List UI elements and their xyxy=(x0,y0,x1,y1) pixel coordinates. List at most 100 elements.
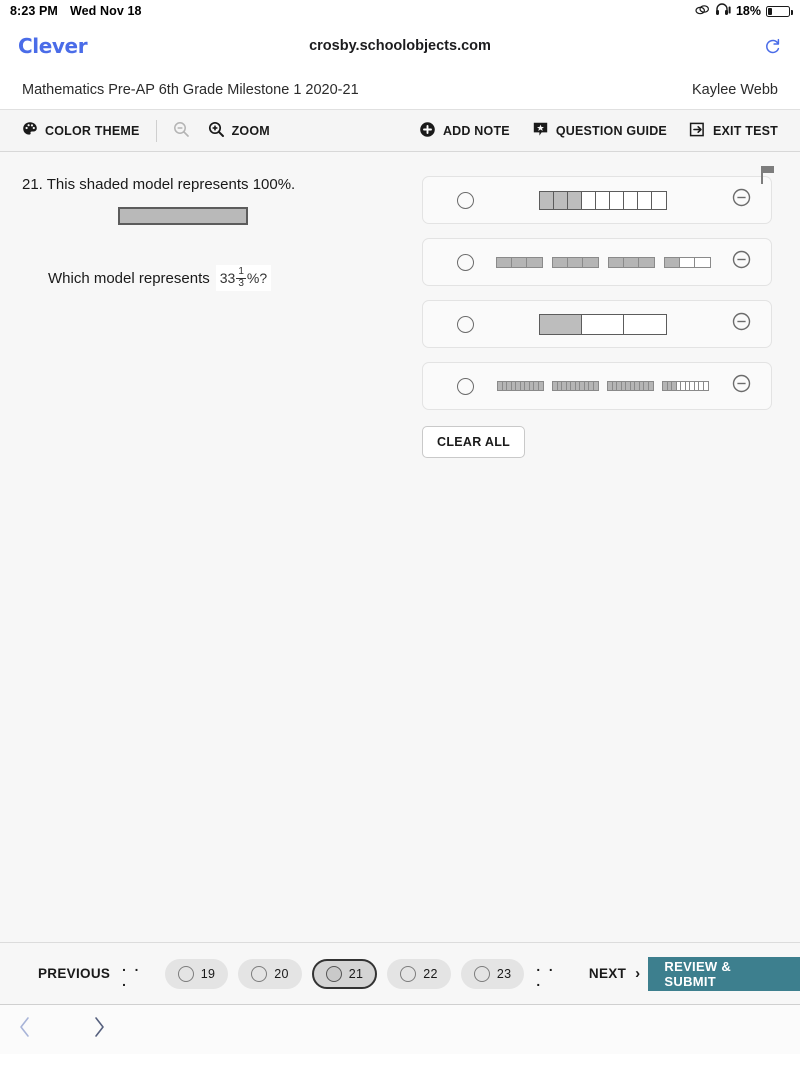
browser-forward-icon[interactable] xyxy=(92,1016,106,1044)
status-right: 18% xyxy=(695,3,793,19)
radio-button-b[interactable] xyxy=(457,253,474,271)
model-group xyxy=(607,256,655,268)
model-cell xyxy=(703,382,708,390)
minus-circle-icon-a[interactable] xyxy=(732,188,751,212)
status-date: Wed Nov 18 xyxy=(69,4,142,18)
pill-number: 19 xyxy=(200,966,216,981)
question-pill-list: 19 20 21 22 23 xyxy=(164,958,525,989)
next-label: NEXT xyxy=(588,966,627,981)
zoom-out-button[interactable] xyxy=(173,121,190,141)
answer-option-a[interactable] xyxy=(422,176,772,224)
question-navigation-bar: PREVIOUS . . . 19 20 21 22 23 . . . NEXT › R… xyxy=(0,942,800,1004)
question-prompt: Which model represents 33 1 3 %? xyxy=(48,265,422,291)
pill-status-circle xyxy=(177,965,194,982)
pill-number: 21 xyxy=(348,966,364,981)
exit-test-button[interactable]: EXIT TEST xyxy=(689,121,778,141)
question-row: 21. This shaded model represents 100%. W… xyxy=(22,170,778,458)
browser-back-icon[interactable] xyxy=(18,1016,32,1044)
question-stem-column: 21. This shaded model represents 100%. W… xyxy=(22,170,422,458)
model-cell xyxy=(610,191,624,209)
answer-options-column: CLEAR ALL xyxy=(422,170,778,458)
model-cell xyxy=(648,382,653,390)
model-cell xyxy=(568,191,582,209)
model-cell xyxy=(554,191,568,209)
pill-number: 23 xyxy=(496,966,512,981)
pill-status-circle xyxy=(325,965,342,982)
model-cell xyxy=(664,257,680,267)
question-pill-20[interactable]: 20 xyxy=(238,958,302,989)
status-left: 8:23 PM Wed Nov 18 xyxy=(10,4,142,18)
battery-icon xyxy=(766,5,793,17)
whole-model-bar xyxy=(118,207,248,225)
model-b xyxy=(474,256,732,268)
toolbar-divider xyxy=(155,119,157,142)
model-cell xyxy=(540,314,582,334)
prompt-prefix: Which model represents xyxy=(48,269,210,287)
dots-left: . . . xyxy=(122,958,141,989)
plus-circle-icon xyxy=(419,121,436,141)
question-guide-label: QUESTION GUIDE xyxy=(555,123,667,138)
zoom-in-icon xyxy=(208,121,225,141)
address-bar-url[interactable]: crosby.schoolobjects.com xyxy=(0,38,800,54)
answer-option-b[interactable] xyxy=(422,238,772,286)
reload-icon[interactable] xyxy=(763,37,782,56)
add-note-button[interactable]: ADD NOTE xyxy=(419,121,510,141)
model-cell xyxy=(538,382,543,390)
previous-button[interactable]: PREVIOUS xyxy=(38,966,110,981)
model-cell xyxy=(652,191,666,209)
answer-option-c[interactable] xyxy=(422,300,772,348)
model-cell xyxy=(638,257,654,267)
battery-percent: 18% xyxy=(735,4,761,18)
model-cell xyxy=(624,314,666,334)
status-time: 8:23 PM xyxy=(10,4,58,18)
radio-button-c[interactable] xyxy=(457,315,474,333)
color-theme-button[interactable]: COLOR THEME xyxy=(22,121,140,140)
guide-bubble-icon xyxy=(532,121,549,141)
question-pill-23[interactable]: 23 xyxy=(460,958,525,989)
fraction: 1 3 xyxy=(236,266,246,289)
radio-button-a[interactable] xyxy=(457,191,474,209)
question-guide-button[interactable]: QUESTION GUIDE xyxy=(532,121,667,141)
model-group xyxy=(551,256,599,268)
pill-status-circle xyxy=(473,965,490,982)
exit-arrow-icon xyxy=(689,121,706,141)
review-submit-button[interactable]: REVIEW & SUBMIT xyxy=(648,956,800,991)
model-group xyxy=(607,381,654,391)
question-content: 21. This shaded model represents 100%. W… xyxy=(0,152,800,942)
next-button[interactable]: NEXT › xyxy=(589,965,641,982)
screen-mirroring-icon xyxy=(695,4,710,19)
minus-circle-icon-b[interactable] xyxy=(732,250,751,274)
radio-button-d[interactable] xyxy=(457,377,474,395)
fraction-numerator: 1 xyxy=(236,266,246,279)
browser-toolbar: Clever crosby.schoolobjects.com xyxy=(0,22,800,70)
question-pill-21[interactable]: 21 xyxy=(311,958,378,989)
question-pill-22[interactable]: 22 xyxy=(387,958,451,989)
flag-icon[interactable] xyxy=(758,164,778,191)
pill-status-circle xyxy=(400,965,417,982)
question-pill-19[interactable]: 19 xyxy=(164,958,229,989)
headphones-icon xyxy=(715,3,731,19)
minus-circle-icon-d[interactable] xyxy=(732,374,751,398)
ios-status-bar: 8:23 PM Wed Nov 18 18% xyxy=(0,0,800,22)
model-group xyxy=(662,381,709,391)
model-group xyxy=(663,256,711,268)
zoom-out-icon xyxy=(173,121,190,141)
answer-option-d[interactable] xyxy=(422,362,772,410)
model-d xyxy=(474,381,732,391)
test-toolbar: COLOR THEME ZOOM ADD NOTE QUESTION GUIDE… xyxy=(0,110,800,152)
dots-right: . . . xyxy=(536,958,556,989)
model-groups-b xyxy=(495,256,711,268)
minus-circle-icon-c[interactable] xyxy=(732,312,751,336)
zoom-in-button[interactable]: ZOOM xyxy=(208,121,270,141)
clever-logo[interactable]: Clever xyxy=(18,34,88,58)
model-group xyxy=(495,256,543,268)
model-cell xyxy=(582,257,598,267)
question-stem: 21. This shaded model represents 100%. xyxy=(22,176,296,193)
model-cell xyxy=(511,257,527,267)
model-cell xyxy=(608,257,624,267)
clear-all-button[interactable]: CLEAR ALL xyxy=(422,426,526,458)
model-bar-c xyxy=(539,313,667,335)
model-cell xyxy=(540,191,554,209)
color-theme-label: COLOR THEME xyxy=(45,123,140,138)
test-header: Mathematics Pre-AP 6th Grade Milestone 1… xyxy=(0,70,800,110)
